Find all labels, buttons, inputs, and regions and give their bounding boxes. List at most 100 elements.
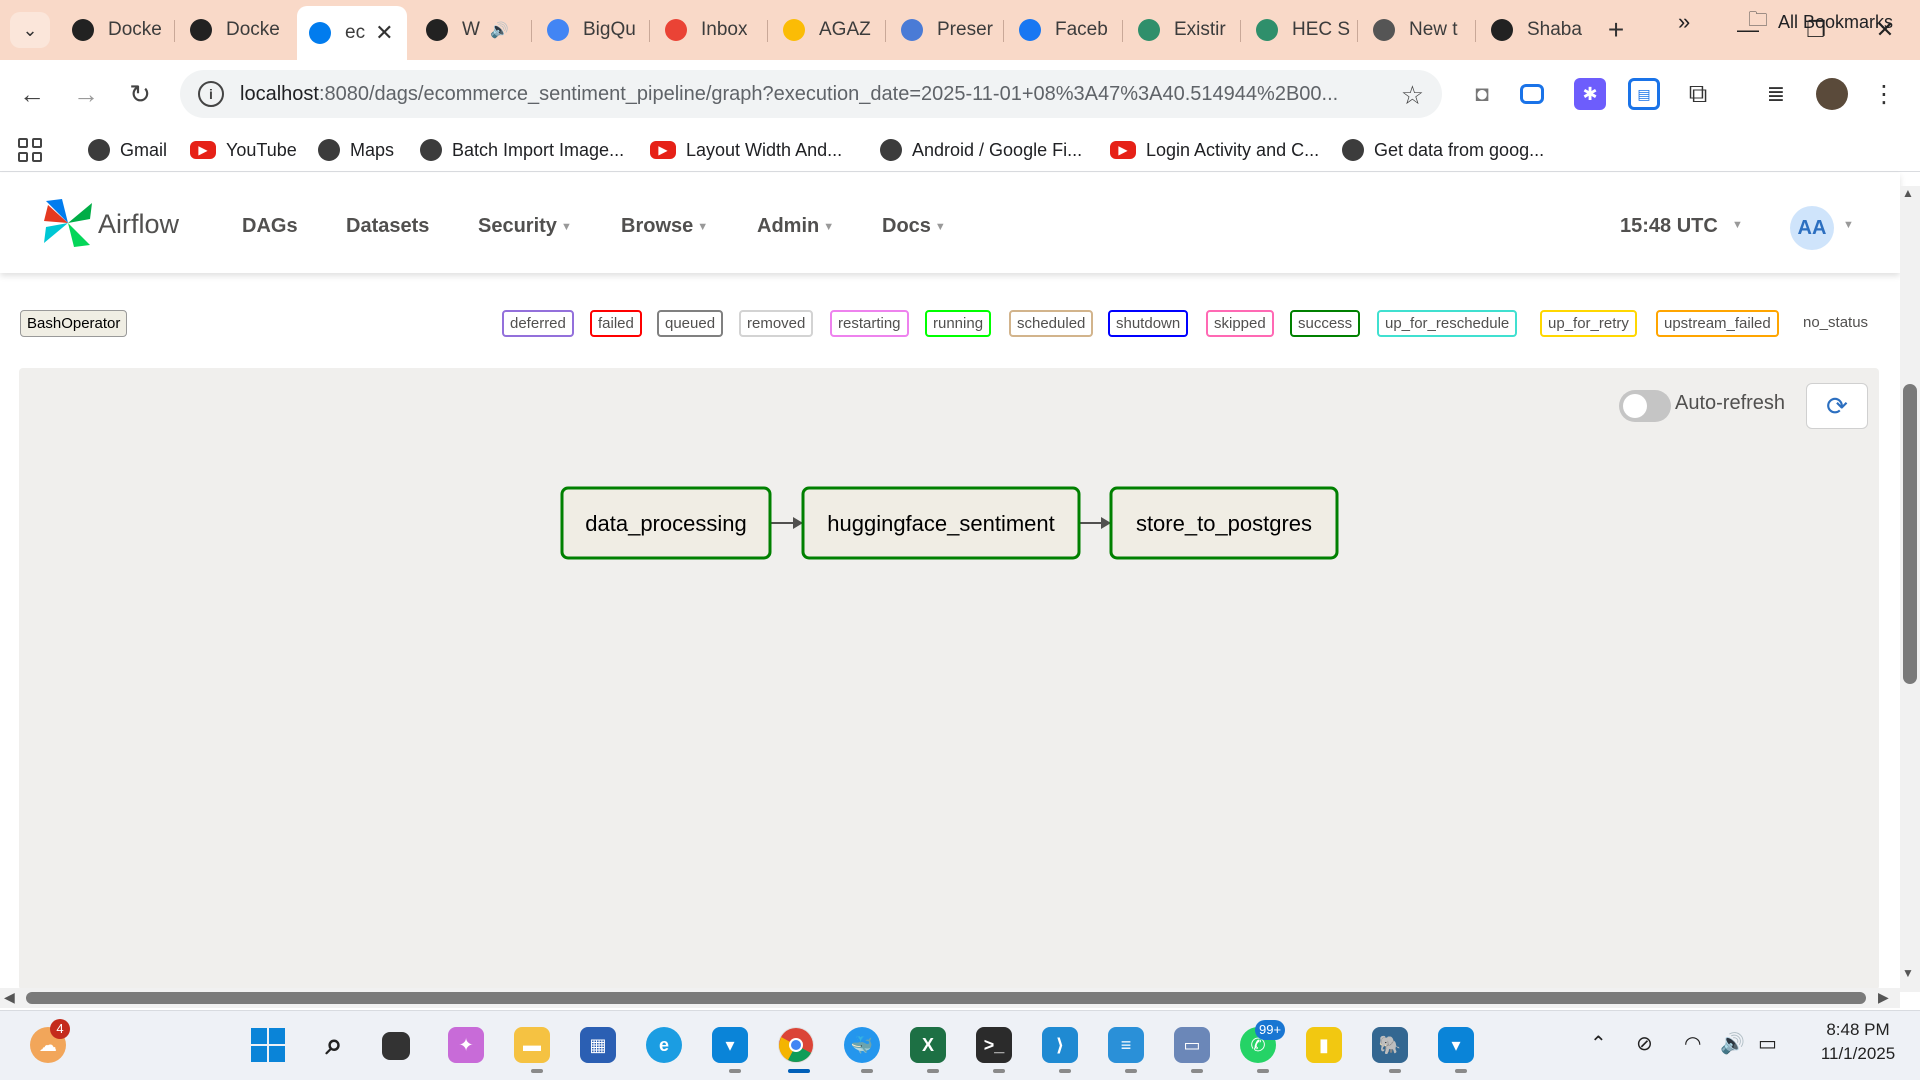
nav-security[interactable]: Security ▼ [478, 215, 572, 238]
network-off-icon[interactable]: ⊘ [1636, 1031, 1653, 1056]
tab-label: BigQu [583, 19, 636, 40]
task-node-store-to-postgres[interactable]: store_to_postgres [1109, 486, 1339, 560]
browser-tab[interactable]: Docke [60, 10, 172, 50]
edge-icon[interactable]: e [646, 1027, 682, 1063]
back-button[interactable]: ← [12, 74, 52, 114]
bookmark-item[interactable]: ▶ YouTube [190, 136, 297, 164]
browser-tab[interactable]: Docke [178, 10, 290, 50]
scroll-left-arrow-icon[interactable]: ◀ [4, 989, 15, 1006]
user-avatar[interactable]: AA [1790, 206, 1834, 250]
task-node-label: huggingface_sentiment [827, 511, 1055, 536]
forward-button[interactable]: → [66, 74, 106, 114]
bookmark-item[interactable]: Maps [318, 136, 394, 164]
bookmark-item[interactable]: ▶ Layout Width And... [650, 136, 842, 164]
bookmarks-overflow-button[interactable]: » [1678, 8, 1690, 36]
scroll-right-arrow-icon[interactable]: ▶ [1878, 989, 1889, 1006]
excel-icon[interactable]: X [910, 1027, 946, 1063]
tray-overflow-icon[interactable]: ⌃ [1590, 1031, 1607, 1056]
dag-graph-panel[interactable]: Auto-refresh ⟳ data_processing huggingfac… [19, 368, 1879, 990]
nav-label: Datasets [346, 215, 430, 237]
wifi-icon[interactable]: ◠ [1684, 1031, 1701, 1056]
volume-icon[interactable]: 🔊 [1720, 1031, 1745, 1056]
browser-menu-icon[interactable]: ⋮ [1868, 78, 1900, 110]
terminal-icon[interactable]: >_ [976, 1027, 1012, 1063]
extensions-puzzle-icon[interactable]: ⧉ [1682, 78, 1714, 110]
vertical-scrollbar-thumb[interactable] [1903, 384, 1917, 684]
browser-tab[interactable]: Inbox [653, 10, 765, 50]
bookmark-item[interactable]: Android / Google Fi... [880, 136, 1082, 164]
notepad-icon[interactable]: ≡ [1108, 1027, 1144, 1063]
extension-star-icon[interactable]: ✱ [1574, 78, 1606, 110]
timer-icon [426, 19, 448, 41]
clock-time[interactable]: 8:48 PM [1808, 1020, 1908, 1040]
browser-tab[interactable]: W 🔊 [414, 10, 526, 50]
apps-grid-icon[interactable] [18, 138, 42, 162]
url-text[interactable]: localhost:8080/dags/ecommerce_sentiment_… [240, 83, 1380, 106]
utc-clock[interactable]: 15:48 UTC [1620, 215, 1718, 238]
app-blue-icon[interactable]: ▾ [712, 1027, 748, 1063]
extension-doc-icon[interactable]: ▤ [1628, 78, 1660, 110]
address-bar[interactable]: i localhost:8080/dags/ecommerce_sentimen… [180, 70, 1442, 118]
browser-tab[interactable]: Shaba [1479, 10, 1591, 50]
app-blue-icon[interactable]: ▾ [1438, 1027, 1474, 1063]
airflow-logo-icon[interactable] [40, 195, 96, 251]
tab-audio-icon[interactable]: 🔊 [490, 21, 509, 39]
tab-separator [531, 20, 532, 42]
task-node-data-processing[interactable]: data_processing [560, 486, 772, 560]
nav-browse[interactable]: Browse ▼ [621, 215, 708, 238]
bookmark-item[interactable]: Batch Import Image... [420, 136, 624, 164]
chrome-icon[interactable] [778, 1027, 814, 1063]
tab-separator [885, 20, 886, 42]
reload-button[interactable]: ↻ [120, 74, 160, 114]
browser-tab[interactable]: BigQu [535, 10, 647, 50]
bookmark-star-icon[interactable]: ☆ [1401, 80, 1424, 111]
remote-desktop-icon[interactable]: ▭ [1174, 1027, 1210, 1063]
browser-tab[interactable]: ec ✕ [297, 6, 407, 60]
tab-search-button[interactable]: ⌄ [10, 12, 50, 48]
nav-label: Security [478, 215, 557, 237]
battery-icon[interactable]: ▭ [1758, 1031, 1777, 1056]
nav-admin[interactable]: Admin ▼ [757, 215, 834, 238]
tab-separator [1357, 20, 1358, 42]
bookmark-item[interactable]: Get data from goog... [1342, 136, 1544, 164]
nav-datasets[interactable]: Datasets [346, 215, 429, 238]
clock-date[interactable]: 11/1/2025 [1800, 1044, 1916, 1064]
bookmark-label: Get data from goog... [1374, 139, 1545, 160]
nav-docs[interactable]: Docs ▼ [882, 215, 946, 238]
whatsapp-badge: 99+ [1255, 1020, 1286, 1040]
file-explorer-icon[interactable]: ▬ [514, 1027, 550, 1063]
scroll-up-arrow-icon[interactable]: ▲ [1902, 186, 1914, 200]
horizontal-scrollbar-thumb[interactable] [26, 992, 1866, 1004]
site-info-icon[interactable]: i [198, 81, 224, 107]
postgres-icon[interactable]: 🐘 [1372, 1027, 1408, 1063]
screenshot-icon[interactable]: ◘ [1466, 78, 1498, 110]
copilot-icon[interactable]: ✦ [448, 1027, 484, 1063]
power-bi-icon[interactable]: ▮ [1306, 1027, 1342, 1063]
airflow-brand[interactable]: Airflow [98, 209, 179, 240]
tab-close-icon[interactable]: ✕ [375, 20, 393, 46]
browser-tab[interactable]: Existir [1126, 10, 1238, 50]
pinwheel-icon [783, 19, 805, 41]
screen-record-icon[interactable] [1520, 84, 1544, 104]
browser-tab[interactable]: Faceb [1007, 10, 1119, 50]
new-tab-button[interactable]: + [1598, 12, 1634, 48]
status-legend-no-status: no_status [1803, 314, 1869, 331]
profile-avatar-icon[interactable] [1816, 78, 1848, 110]
browser-tab[interactable]: HEC S [1244, 10, 1356, 50]
taskbar-search-icon[interactable]: ⌕ [316, 1027, 352, 1063]
task-node-huggingface-sentiment[interactable]: huggingface_sentiment [801, 486, 1081, 560]
browser-tab[interactable]: New t [1361, 10, 1473, 50]
bookmark-item[interactable]: Gmail [88, 136, 167, 164]
all-bookmarks-button[interactable]: 🗀 All Bookmarks [1748, 8, 1893, 36]
task-view-icon[interactable] [382, 1032, 410, 1060]
windows-start-icon[interactable] [250, 1027, 286, 1063]
browser-tab[interactable]: Preser [889, 10, 1001, 50]
vscode-icon[interactable]: ⟩ [1042, 1027, 1078, 1063]
microsoft-store-icon[interactable]: ▦ [580, 1027, 616, 1063]
bookmark-item[interactable]: ▶ Login Activity and C... [1110, 136, 1319, 164]
media-controls-icon[interactable]: ≣ [1760, 78, 1792, 110]
browser-tab[interactable]: AGAZ [771, 10, 883, 50]
nav-dags[interactable]: DAGs [242, 215, 298, 238]
docker-icon[interactable]: 🐳 [844, 1027, 880, 1063]
scroll-down-arrow-icon[interactable]: ▼ [1902, 966, 1914, 980]
